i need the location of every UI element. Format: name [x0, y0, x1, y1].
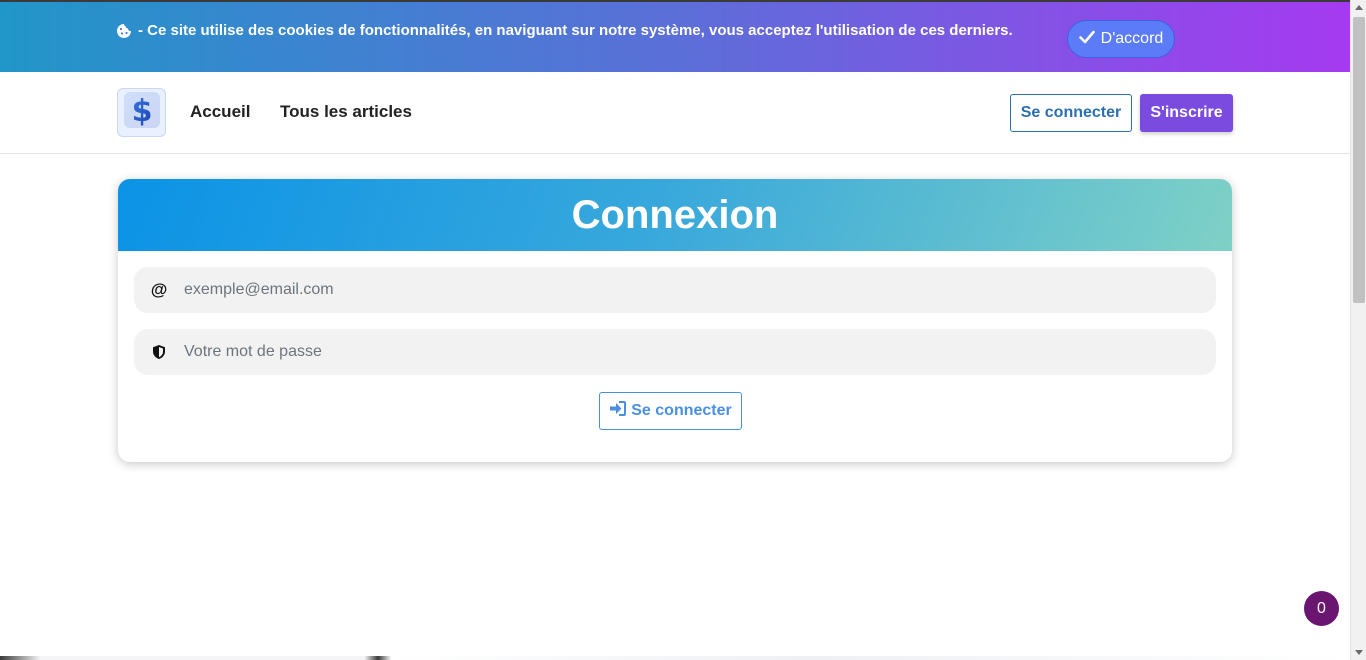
sign-in-icon [609, 401, 627, 421]
page-scrollbar[interactable] [1350, 0, 1366, 660]
login-card: Connexion @ Se connecter [118, 179, 1232, 462]
password-field[interactable] [184, 329, 1216, 375]
cookie-accept-button[interactable]: D'accord [1067, 20, 1175, 58]
dollar-logo-icon: $ [122, 90, 162, 135]
login-nav-button[interactable]: Se connecter [1010, 94, 1132, 132]
login-card-header: Connexion [118, 179, 1232, 251]
cookie-message: - Ce site utilise des cookies de fonctio… [138, 22, 1013, 39]
login-submit-label: Se connecter [631, 402, 732, 419]
navbar: $ Accueil Tous les articles Se connecter… [0, 72, 1350, 154]
register-nav-button[interactable]: S'inscrire [1140, 94, 1233, 132]
login-submit-button[interactable]: Se connecter [599, 392, 742, 430]
scroll-thumb[interactable] [1353, 17, 1365, 303]
scroll-up-arrow-icon[interactable] [1355, 5, 1363, 10]
email-field-group: @ [134, 267, 1216, 313]
cookie-message-wrapper: - Ce site utilise des cookies de fonctio… [116, 22, 1013, 39]
counter-badge[interactable]: 0 [1304, 591, 1339, 626]
at-sign-icon: @ [150, 280, 168, 299]
password-field-group [134, 329, 1216, 375]
page-title: Connexion [571, 192, 779, 237]
nav-link-tous-les-articles[interactable]: Tous les articles [280, 102, 412, 122]
cookie-icon [116, 23, 132, 39]
shield-icon [134, 344, 184, 360]
nav-link-accueil[interactable]: Accueil [190, 102, 250, 122]
bottom-divider [0, 656, 1350, 660]
site-logo[interactable]: $ [117, 88, 166, 137]
check-icon [1078, 30, 1095, 49]
scroll-down-arrow-icon[interactable] [1355, 650, 1363, 655]
email-field[interactable] [184, 267, 1216, 313]
cookie-banner: - Ce site utilise des cookies de fonctio… [0, 0, 1350, 72]
svg-text:$: $ [131, 94, 152, 129]
cookie-accept-label: D'accord [1100, 30, 1164, 47]
